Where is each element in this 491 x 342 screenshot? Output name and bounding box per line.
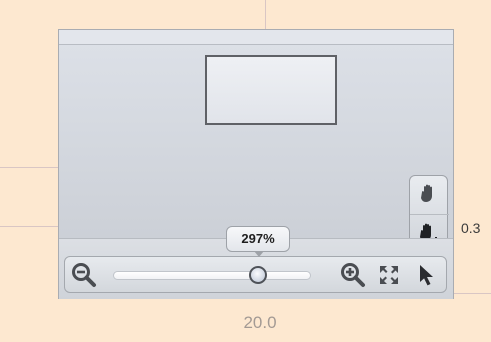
grid-line-horizontal	[453, 293, 491, 294]
navigator-header[interactable]	[59, 30, 453, 45]
zoom-in-icon	[341, 263, 365, 287]
navigator-panel: 297%	[58, 29, 454, 299]
fit-to-screen-button[interactable]	[375, 261, 403, 289]
fit-screen-icon	[380, 266, 398, 284]
pan-button[interactable]	[410, 176, 449, 214]
zoom-slider-track[interactable]	[113, 271, 311, 280]
grid-line-horizontal	[0, 226, 60, 227]
zoom-slider-thumb[interactable]	[248, 266, 267, 284]
zoom-in-button[interactable]	[339, 261, 367, 289]
select-pointer-button[interactable]	[413, 261, 441, 289]
zoom-level-tooltip: 297%	[226, 226, 290, 257]
zoom-out-button[interactable]	[70, 261, 98, 289]
zoom-slider[interactable]	[113, 266, 311, 284]
grid-line-horizontal	[0, 167, 60, 168]
zoom-out-icon	[72, 263, 96, 287]
canvas-bottom-label: 20.0	[243, 313, 277, 332]
viewport-rectangle[interactable]	[205, 55, 337, 125]
hand-icon	[421, 184, 432, 202]
canvas-right-label: 0.3	[461, 220, 481, 236]
zoom-controls	[64, 256, 447, 293]
grid-line-vertical	[265, 0, 266, 30]
pointer-icon	[420, 265, 433, 286]
